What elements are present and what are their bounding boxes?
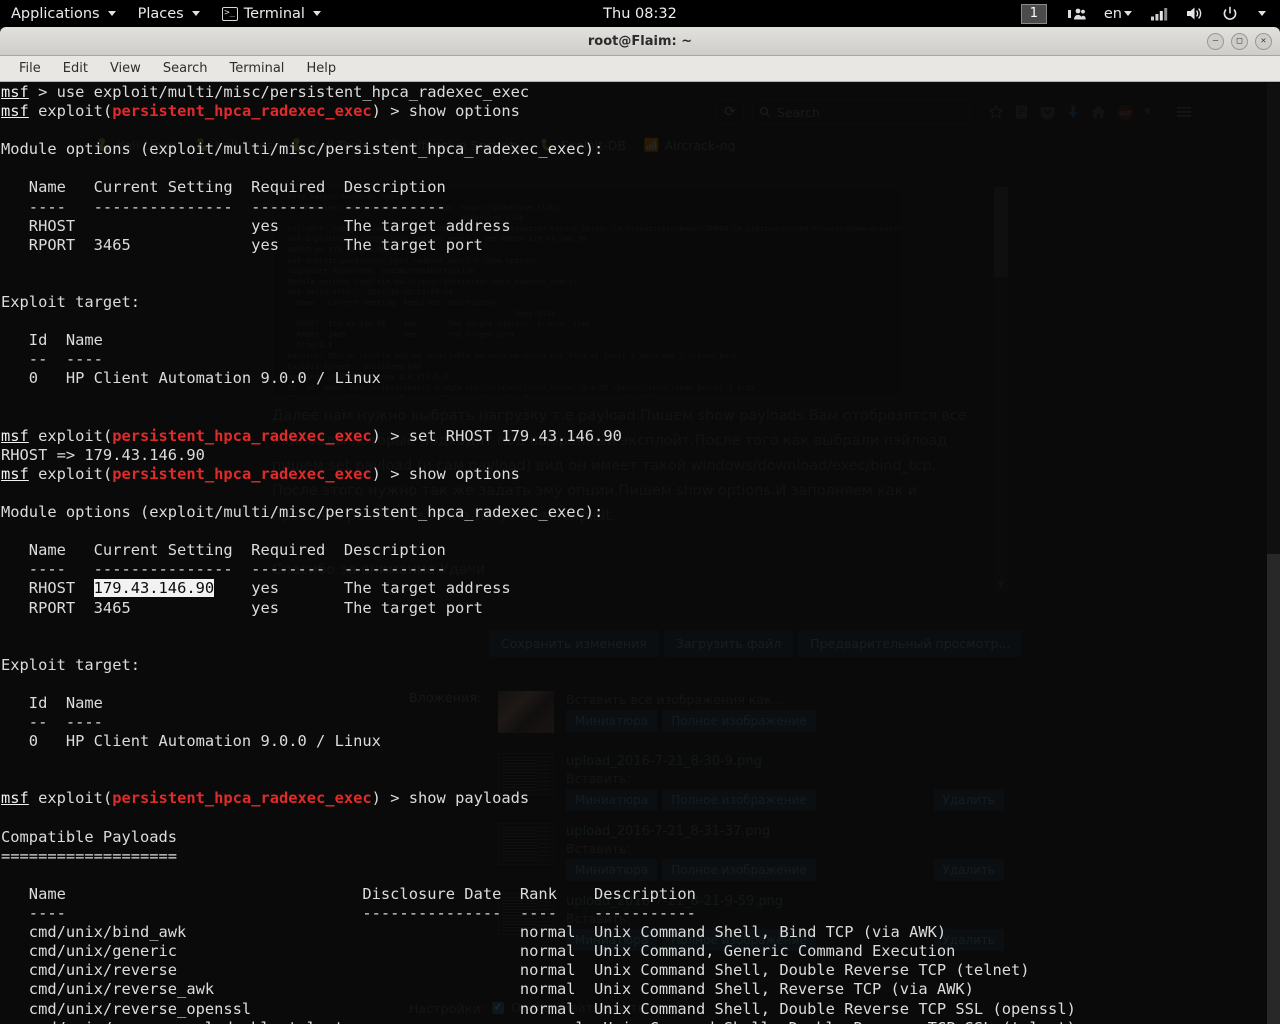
terminal-line: cmd/unix/reverse_awk normal Unix Command…: [0, 980, 1280, 999]
terminal-line: cmd/unix/reverse normal Unix Command She…: [0, 961, 1280, 980]
screen-root: ⟳ Search: [0, 0, 1280, 1024]
places-menu[interactable]: Places: [127, 0, 211, 27]
close-button[interactable]: ✕: [1255, 33, 1272, 50]
terminal-line: [0, 274, 1280, 293]
terminal-line: Name Current Setting Required Descriptio…: [0, 541, 1280, 560]
terminal-line: [0, 159, 1280, 178]
terminal-line: Module options (exploit/multi/misc/persi…: [0, 503, 1280, 522]
terminal-line: [0, 637, 1280, 656]
chevron-down-icon: [108, 11, 116, 16]
terminal-line: Exploit target:: [0, 656, 1280, 675]
terminal-line: Compatible Payloads: [0, 828, 1280, 847]
terminal-line: [0, 809, 1280, 828]
terminal-line: Name Current Setting Required Descriptio…: [0, 178, 1280, 197]
terminal-line: -- ----: [0, 350, 1280, 369]
language-indicator[interactable]: en: [1096, 0, 1140, 27]
terminal-line: [0, 484, 1280, 503]
terminal-app-menu[interactable]: >_ Terminal: [211, 0, 332, 27]
terminal-line: msf exploit(persistent_hpca_radexec_exec…: [0, 465, 1280, 484]
terminal-icon: >_: [222, 7, 238, 21]
chevron-down-icon: [313, 11, 321, 16]
network-signal-icon[interactable]: [1142, 0, 1176, 27]
terminal-menu-label: Terminal: [244, 6, 305, 22]
places-menu-label: Places: [138, 6, 184, 22]
maximize-button[interactable]: □: [1231, 33, 1248, 50]
terminal-line: RPORT 3465 yes The target port: [0, 236, 1280, 255]
menu-terminal[interactable]: Terminal: [220, 58, 293, 79]
applications-menu[interactable]: Applications: [0, 0, 127, 27]
terminal-line: [0, 866, 1280, 885]
terminal-line: [0, 121, 1280, 140]
terminal-line: msf exploit(persistent_hpca_radexec_exec…: [0, 102, 1280, 121]
terminal-window: root@Flaim: ~ – □ ✕ File Edit View Searc…: [0, 27, 1280, 1024]
terminal-menubar: File Edit View Search Terminal Help: [0, 56, 1280, 82]
terminal-line: [0, 312, 1280, 331]
terminal-line: msf exploit(persistent_hpca_radexec_exec…: [0, 789, 1280, 808]
terminal-line: RHOST yes The target address: [0, 217, 1280, 236]
chevron-down-icon: [192, 11, 200, 16]
terminal-line: ---- --------------- ---- -----------: [0, 904, 1280, 923]
applications-menu-label: Applications: [11, 6, 100, 22]
terminal-line: Name Disclosure Date Rank Description: [0, 885, 1280, 904]
terminal-line: [0, 618, 1280, 637]
menu-view[interactable]: View: [101, 58, 150, 79]
terminal-line: 0 HP Client Automation 9.0.0 / Linux: [0, 369, 1280, 388]
terminal-scrollbar[interactable]: [1267, 83, 1280, 1024]
terminal-line: [0, 255, 1280, 274]
terminal-line: cmd/unix/generic normal Unix Command, Ge…: [0, 942, 1280, 961]
terminal-line: msf > use exploit/multi/misc/persistent_…: [0, 83, 1280, 102]
menu-search[interactable]: Search: [154, 58, 217, 79]
menu-edit[interactable]: Edit: [54, 58, 97, 79]
chevron-down-icon: [1258, 11, 1266, 16]
gnome-top-panel: Thu 08:32 Applications Places >_ Termina…: [0, 0, 1280, 27]
terminal-scrollbar-thumb[interactable]: [1267, 554, 1280, 1024]
terminal-line: Exploit target:: [0, 293, 1280, 312]
terminal-line: ---- --------------- -------- ----------…: [0, 198, 1280, 217]
chevron-down-icon: [1124, 11, 1132, 16]
terminal-line: cmd/unix/reverse_openssl normal Unix Com…: [0, 1000, 1280, 1019]
power-icon[interactable]: [1214, 0, 1246, 27]
menu-help[interactable]: Help: [297, 58, 345, 79]
terminal-line: [0, 770, 1280, 789]
terminal-line: Id Name: [0, 331, 1280, 350]
terminal-line: [0, 389, 1280, 408]
terminal-titlebar[interactable]: root@Flaim: ~ – □ ✕: [0, 27, 1280, 56]
minimize-button[interactable]: –: [1207, 33, 1224, 50]
terminal-line: Module options (exploit/multi/misc/persi…: [0, 140, 1280, 159]
terminal-line: [0, 751, 1280, 770]
language-label: en: [1104, 6, 1122, 22]
terminal-line: -- ----: [0, 713, 1280, 732]
terminal-line: [0, 675, 1280, 694]
terminal-line: 0 HP Client Automation 9.0.0 / Linux: [0, 732, 1280, 751]
terminal-line: [0, 522, 1280, 541]
terminal-line: ---- --------------- -------- ----------…: [0, 560, 1280, 579]
window-title: root@Flaim: ~: [588, 34, 692, 49]
terminal-line: [0, 408, 1280, 427]
menu-file[interactable]: File: [10, 58, 50, 79]
users-icon[interactable]: [1059, 0, 1094, 27]
terminal-screen[interactable]: msf > use exploit/multi/misc/persistent_…: [0, 83, 1280, 1024]
terminal-line: cmd/unix/reverse_ssl_double_telnet norma…: [0, 1019, 1280, 1024]
terminal-line: Id Name: [0, 694, 1280, 713]
terminal-line: RHOST => 179.43.146.90: [0, 446, 1280, 465]
terminal-line: ===================: [0, 847, 1280, 866]
terminal-line: msf exploit(persistent_hpca_radexec_exec…: [0, 427, 1280, 446]
panel-dropdown-arrow[interactable]: [1248, 0, 1274, 27]
volume-icon[interactable]: [1178, 0, 1212, 27]
terminal-line: RHOST 179.43.146.90 yes The target addre…: [0, 579, 1280, 598]
terminal-line: cmd/unix/bind_awk normal Unix Command Sh…: [0, 923, 1280, 942]
workspace-indicator[interactable]: 1: [1021, 4, 1047, 24]
terminal-line: RPORT 3465 yes The target port: [0, 599, 1280, 618]
